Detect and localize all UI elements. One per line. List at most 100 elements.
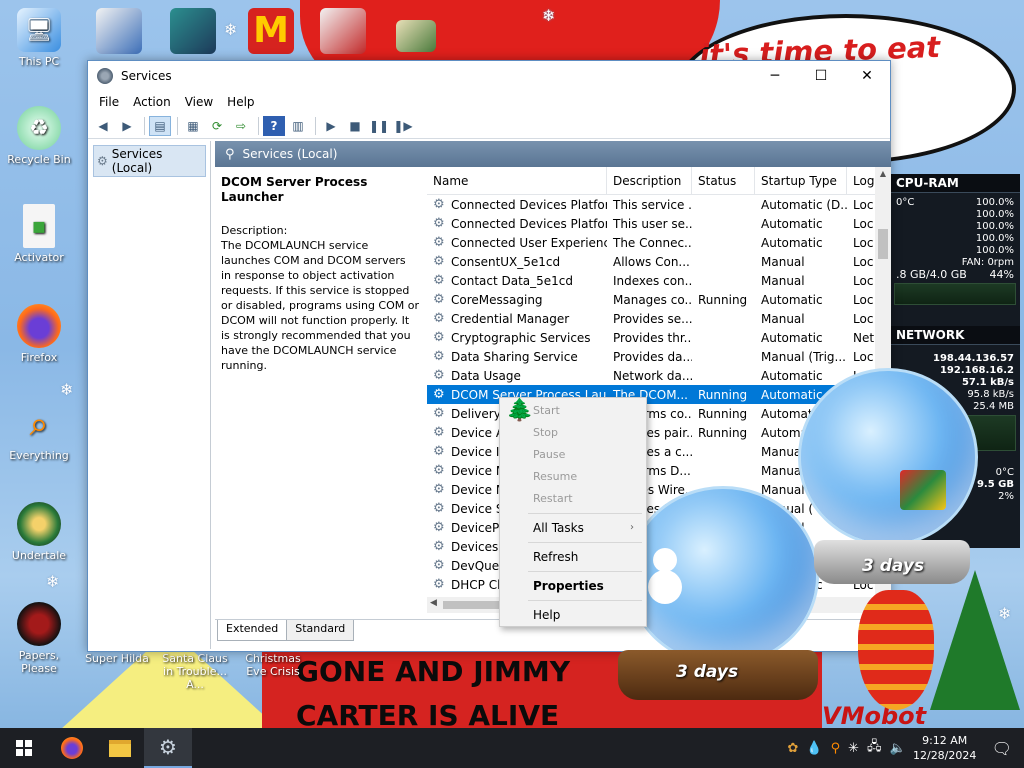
menu-file[interactable]: File [92, 95, 126, 109]
service-row[interactable]: ⚙ CoreMessaging Manages co... Running Automa… [427, 290, 891, 309]
desktop-icon-undertale[interactable]: Undertale [0, 502, 78, 562]
start-button[interactable] [0, 728, 48, 768]
menu-item-help[interactable]: Help [500, 604, 646, 626]
house-icon[interactable] [396, 20, 436, 52]
desktop-shortcut-icon[interactable] [320, 8, 366, 54]
desktop-icon-firefox[interactable]: Firefox [0, 304, 78, 364]
tab-extended[interactable]: Extended [217, 620, 288, 641]
toolbar-separator [144, 116, 145, 135]
column-header-log-on-as[interactable]: Log [847, 167, 877, 195]
service-row[interactable]: ⚙ Connected User Experience... The Connec.… [427, 233, 891, 252]
tree-item-services-local[interactable]: ⚙ Services (Local) [93, 145, 206, 177]
service-row[interactable]: ⚙ Cryptographic Services Provides thr... Au… [427, 328, 891, 347]
service-row[interactable]: ⚙ Credential Manager Provides se... Manual L… [427, 309, 891, 328]
desktop-shortcut-icon[interactable] [170, 8, 216, 54]
scroll-up-arrow-icon[interactable]: ▲ [875, 169, 891, 178]
scroll-thumb[interactable] [878, 229, 888, 259]
desktop-icon-christmas-eve-crisis[interactable]: Christmas Eve Crisis [234, 652, 312, 678]
scroll-left-arrow-icon[interactable]: ◀ [430, 598, 437, 608]
gear-icon: ⚙ [159, 735, 177, 759]
volume-icon[interactable]: 🔈 [890, 741, 906, 756]
minimize-button[interactable]: ─ [752, 61, 798, 91]
service-gear-icon: ⚙ [433, 463, 445, 478]
tray-everything-icon[interactable]: ⚲ [831, 741, 841, 756]
selected-service-name: DCOM Server Process Launcher [221, 175, 368, 204]
tab-standard[interactable]: Standard [286, 620, 355, 641]
taskbar-file-explorer-button[interactable] [96, 728, 144, 768]
menu-item-refresh[interactable]: Refresh [500, 546, 646, 568]
forward-arrow-icon[interactable]: ▶ [116, 116, 138, 136]
network-icon[interactable]: 🖧 [867, 737, 882, 759]
service-desc-cell: This service ... [613, 197, 692, 212]
desktop-icon-santa-claus[interactable]: Santa Claus in Trouble... A... [156, 652, 234, 691]
show-hide-console-tree-icon[interactable]: ▤ [149, 115, 171, 136]
desktop-icon-activator[interactable]: ▪ Activator [0, 204, 78, 264]
pause-icon[interactable]: ❚❚ [368, 116, 390, 136]
tray-app-icon[interactable]: ✿ [787, 741, 798, 756]
maximize-button[interactable]: ☐ [798, 61, 844, 91]
desktop-shortcut-icon[interactable] [96, 8, 142, 54]
service-name-text: Data Usage [451, 368, 521, 383]
menu-action[interactable]: Action [126, 95, 178, 109]
transfer-total: 25.4 MB [973, 401, 1014, 412]
play-icon[interactable]: ▶ [320, 116, 342, 136]
column-header-status[interactable]: Status [692, 167, 755, 195]
close-button[interactable]: ✕ [844, 61, 890, 91]
service-gear-icon: ⚙ [433, 539, 445, 554]
service-row[interactable]: ⚙ ConsentUX_5e1cd Allows Con... Manual Loc [427, 252, 891, 271]
core-usage: 100.0% [975, 209, 1014, 220]
menu-view[interactable]: View [178, 95, 220, 109]
restart-icon[interactable]: ❚▶ [392, 116, 414, 136]
mcdonalds-icon[interactable]: M [248, 8, 294, 54]
clock[interactable]: 9:12 AM 12/28/2024 [910, 733, 980, 763]
column-header-startup-type[interactable]: Startup Type [755, 167, 847, 195]
service-row[interactable]: ⚙ Data Sharing Service Provides da... Manua… [427, 347, 891, 366]
tray-drop-icon[interactable]: 💧 [806, 741, 822, 756]
firefox-icon [61, 737, 83, 759]
menu-item-all-tasks[interactable]: All Tasks › [500, 517, 646, 539]
services-gear-icon: ⚙ [97, 154, 108, 168]
desktop-icon-recycle-bin[interactable]: ♻ Recycle Bin [0, 106, 78, 166]
properties-icon[interactable]: ▦ [182, 116, 204, 136]
service-row[interactable]: ⚙ Connected Devices Platfor... This user s… [427, 214, 891, 233]
cpu-total: 100.0% [975, 197, 1014, 208]
refresh-icon[interactable]: ⟳ [206, 116, 228, 136]
menu-item-pause[interactable]: Pause [500, 444, 646, 466]
description-text: The DCOMLAUNCH service launches COM and … [221, 239, 420, 372]
service-desc-cell: Network da... [613, 368, 692, 383]
menu-help[interactable]: Help [220, 95, 261, 109]
menu-separator [528, 571, 642, 572]
tray-snowflake-icon[interactable]: ✳ [848, 741, 859, 756]
desktop-icon-papers-please[interactable]: Papers, Please [0, 602, 78, 675]
service-gear-icon: ⚙ [433, 216, 445, 231]
service-gear-icon: ⚙ [433, 273, 445, 288]
menu-item-stop[interactable]: Stop [500, 422, 646, 444]
stop-icon[interactable]: ■ [344, 116, 366, 136]
back-arrow-icon[interactable]: ◀ [92, 116, 114, 136]
service-row[interactable]: ⚙Data UsageNetwork da...AutomaticLoc [427, 366, 891, 385]
taskbar-firefox-button[interactable] [48, 728, 96, 768]
magnifier-icon: ⌕ [29, 404, 49, 444]
service-name-text: CoreMessaging [451, 292, 543, 307]
service-name-cell: ⚙ Contact Data_5e1cd [427, 274, 607, 288]
desktop-icon-this-pc[interactable]: 🖥 This PC [0, 8, 78, 68]
desktop-icon-label: Recycle Bin [7, 153, 71, 166]
taskbar-services-button[interactable]: ⚙ [144, 728, 192, 768]
export-list-icon[interactable]: ⇨ [230, 116, 252, 136]
help-icon[interactable]: ? [263, 115, 285, 136]
notification-center-icon[interactable]: 🗨 [992, 739, 1012, 758]
menu-item-label: All Tasks [533, 521, 584, 535]
core-usage: 100.0% [975, 233, 1014, 244]
service-gear-icon: ⚙ [433, 577, 445, 592]
menu-item-properties[interactable]: Properties [500, 575, 646, 597]
service-row[interactable]: ⚙ Connected Devices Platfor... This servic… [427, 195, 891, 214]
menu-item-resume[interactable]: Resume [500, 466, 646, 488]
service-gear-icon: ⚙ [433, 235, 445, 250]
menu-item-restart[interactable]: Restart [500, 488, 646, 510]
title-bar[interactable]: Services ─ ☐ ✕ [88, 61, 890, 91]
desktop-icon-everything[interactable]: ⌕ Everything [0, 402, 78, 462]
service-row[interactable]: ⚙ Contact Data_5e1cd Indexes con... Manual L… [427, 271, 891, 290]
show-action-pane-icon[interactable]: ▥ [287, 116, 309, 136]
desktop-icon-super-hilda[interactable]: Super Hilda [78, 652, 156, 665]
column-header-description[interactable]: Description [607, 167, 692, 195]
